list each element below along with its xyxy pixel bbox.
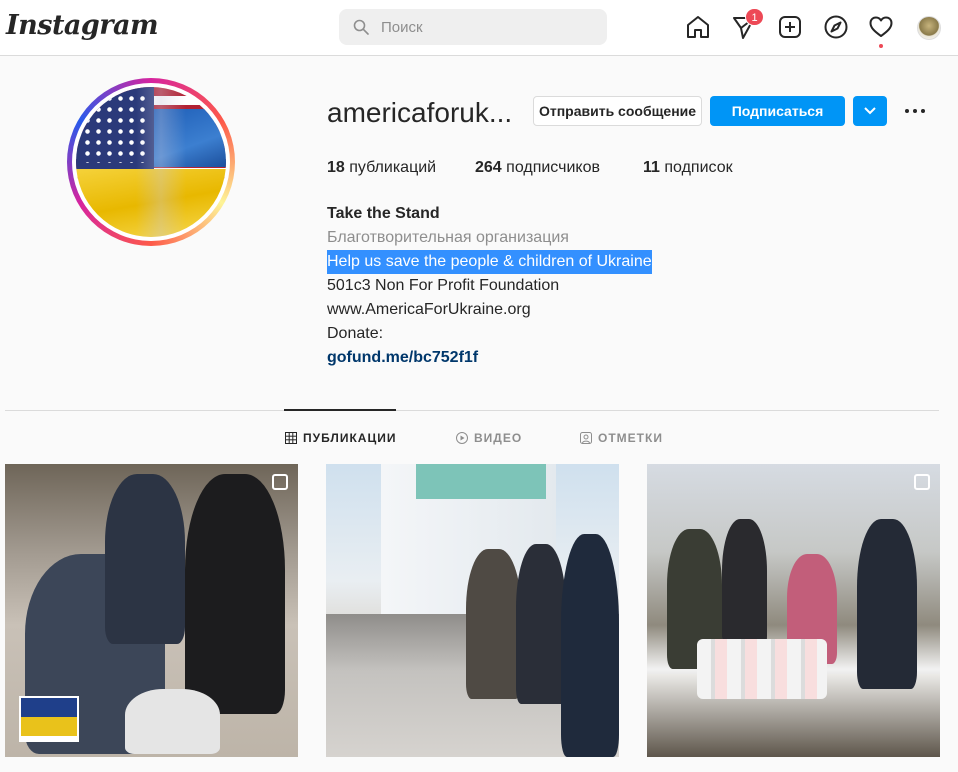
profile-bio: Take the Stand Благотворительная организ… bbox=[327, 202, 652, 370]
tab-tagged[interactable]: ОТМЕТКИ bbox=[580, 431, 663, 445]
grid-icon bbox=[285, 432, 297, 444]
follow-button[interactable]: Подписаться bbox=[710, 96, 845, 126]
multiple-images-icon bbox=[914, 474, 930, 490]
bio-line: Donate: bbox=[327, 325, 384, 342]
multiple-images-icon bbox=[272, 474, 288, 490]
top-navigation-bar: Instagram 1 bbox=[0, 0, 958, 56]
tagged-user-icon bbox=[580, 432, 592, 444]
active-tab-indicator bbox=[284, 409, 396, 411]
chevron-down-icon bbox=[864, 107, 876, 115]
send-message-button[interactable]: Отправить сообщение bbox=[533, 96, 702, 126]
notification-badge: 1 bbox=[745, 8, 764, 26]
activity-heart-icon[interactable] bbox=[868, 14, 894, 40]
tab-posts[interactable]: ПУБЛИКАЦИИ bbox=[285, 431, 396, 445]
explore-compass-icon[interactable] bbox=[823, 14, 849, 40]
profile-username: americaforuk... bbox=[327, 97, 513, 128]
america-for-ukraine-logo bbox=[19, 696, 79, 742]
profile-picture-ring[interactable] bbox=[67, 78, 235, 246]
followers-count[interactable]: 264 подписчиков bbox=[475, 159, 600, 177]
bio-category: Благотворительная организация bbox=[327, 229, 569, 246]
bio-line: www.AmericaForUkraine.org bbox=[327, 301, 531, 318]
following-count[interactable]: 11 подписок bbox=[643, 159, 733, 177]
bio-external-link[interactable]: gofund.me/bc752f1f bbox=[327, 346, 652, 370]
tab-video[interactable]: ВИДЕО bbox=[456, 431, 522, 445]
post-thumbnail[interactable] bbox=[647, 464, 940, 757]
more-options-icon[interactable] bbox=[904, 100, 928, 122]
post-thumbnail[interactable] bbox=[5, 464, 298, 757]
bio-line-selected: Help us save the people & children of Uk… bbox=[327, 250, 652, 274]
suggestions-dropdown-button[interactable] bbox=[853, 96, 887, 126]
posts-count[interactable]: 18 публикаций bbox=[327, 159, 436, 177]
profile-picture-frame bbox=[72, 83, 230, 241]
new-post-icon[interactable] bbox=[777, 14, 803, 40]
post-thumbnail[interactable] bbox=[326, 464, 619, 757]
search-input[interactable] bbox=[381, 9, 591, 45]
search-box[interactable] bbox=[339, 9, 607, 45]
search-icon bbox=[353, 19, 369, 35]
tabs-divider bbox=[5, 410, 939, 411]
profile-picture bbox=[76, 87, 226, 237]
home-icon[interactable] bbox=[685, 14, 711, 40]
profile-avatar[interactable] bbox=[917, 16, 941, 40]
bio-name: Take the Stand bbox=[327, 205, 440, 222]
instagram-logo[interactable]: Instagram bbox=[6, 10, 159, 41]
video-play-icon bbox=[456, 432, 468, 444]
bio-line: 501c3 Non For Profit Foundation bbox=[327, 277, 560, 294]
activity-indicator-dot bbox=[879, 44, 883, 48]
